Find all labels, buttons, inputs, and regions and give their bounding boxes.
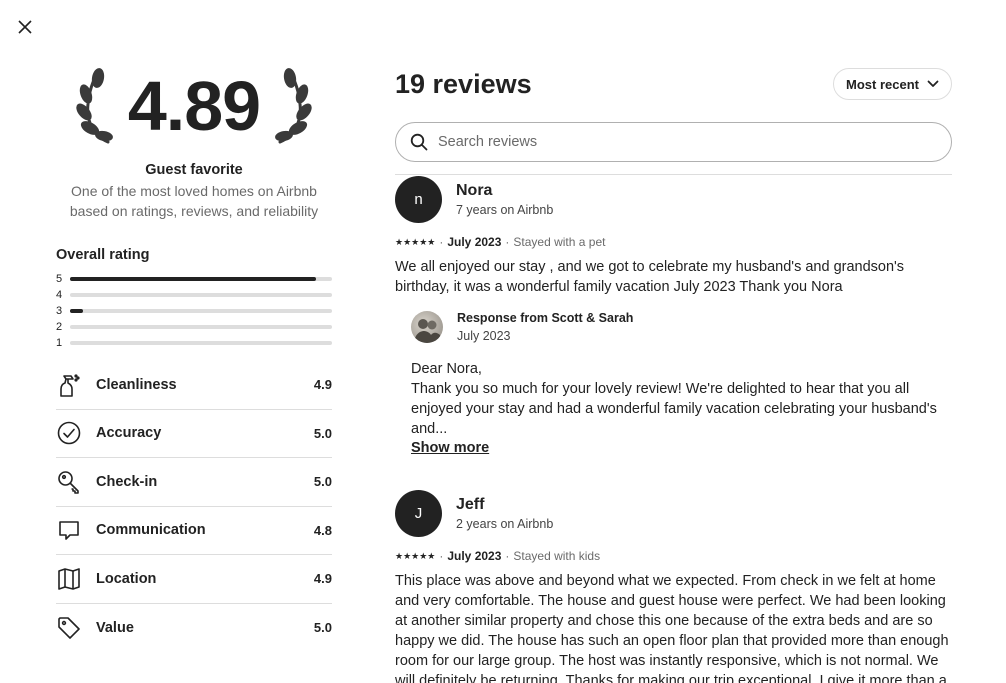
category-score: 5.0: [313, 620, 332, 636]
category-check-in: Check-in 5.0: [56, 458, 332, 507]
avatar[interactable]: J: [395, 489, 442, 537]
review-date: July 2023: [447, 235, 502, 249]
show-more-link[interactable]: Show more: [411, 440, 489, 456]
distribution-star-label: 5: [56, 273, 63, 285]
host-response-body: Dear Nora, Thank you so much for your lo…: [411, 359, 952, 439]
reviewer-header: J Jeff 2 years on Airbnb: [395, 489, 952, 537]
host-response-date: July 2023: [457, 329, 511, 343]
separator-dot: ·: [505, 235, 510, 249]
category-score: 4.8: [313, 522, 332, 538]
category-label: Accuracy: [96, 425, 162, 442]
host-response: Response from Scott & Sarah July 2023 De…: [411, 311, 952, 457]
tag-icon: [56, 615, 82, 641]
category-label: Cleanliness: [96, 376, 177, 393]
distribution-star-label: 4: [56, 289, 63, 301]
distribution-star-label: 2: [56, 321, 63, 333]
rating-hero: 4.89: [56, 60, 332, 152]
rating-summary: 4.89 Guest favorite One of the most love…: [56, 60, 332, 652]
search-reviews-field[interactable]: [395, 122, 952, 162]
guest-favorite-badge: Guest favorite: [145, 162, 243, 178]
reviewer-name: Nora: [456, 181, 493, 199]
map-icon: [56, 566, 82, 592]
spray-bottle-icon: [56, 372, 82, 398]
review-item: n Nora 7 years on Airbnb ★★★★★ · July 20…: [395, 175, 952, 457]
distribution-bar-fill: [70, 309, 84, 313]
distribution-bar: [70, 293, 332, 297]
category-label: Communication: [96, 522, 206, 539]
category-label: Value: [96, 619, 134, 636]
laurel-left-icon: [76, 68, 113, 144]
distribution-bar: [70, 341, 332, 345]
review-meta: ★★★★★ · July 2023 · Stayed with a pet: [395, 235, 952, 249]
distribution-bar: [70, 325, 332, 329]
check-circle-icon: [56, 420, 82, 446]
reviews-count-title: 19 reviews: [395, 68, 532, 99]
category-communication: Communication 4.8: [56, 507, 332, 555]
review-date: July 2023: [447, 549, 502, 563]
key-icon: [56, 469, 82, 495]
review-text: We all enjoyed our stay , and we got to …: [395, 259, 905, 295]
close-button[interactable]: [14, 16, 36, 38]
category-score: 5.0: [313, 425, 332, 441]
sort-label: Most recent: [846, 76, 919, 92]
distribution-row: 1: [56, 335, 332, 351]
reviews-panel: 19 reviews Most recent n Nora 7 years on…: [395, 66, 952, 683]
star-rating: ★★★★★: [395, 550, 436, 561]
host-response-header: Response from Scott & Sarah July 2023: [411, 311, 952, 343]
separator-dot: ·: [439, 549, 444, 563]
host-response-greeting: Dear Nora,: [411, 361, 482, 377]
star-rating: ★★★★★: [395, 236, 436, 247]
distribution-star-label: 3: [56, 305, 63, 317]
category-score: 4.9: [313, 377, 332, 393]
host-avatar[interactable]: [411, 311, 443, 343]
separator-dot: ·: [505, 549, 510, 563]
rating-distribution: 5 4 3 2 1: [56, 271, 332, 351]
stay-type: Stayed with kids: [513, 549, 601, 563]
search-input[interactable]: [438, 134, 937, 150]
distribution-row: 2: [56, 319, 332, 335]
guest-favorite-description: One of the most loved homes on Airbnb ba…: [56, 181, 332, 221]
distribution-bar-fill: [70, 277, 317, 281]
reviewer-tenure: 7 years on Airbnb: [456, 202, 554, 217]
laurel-right-icon: [275, 68, 312, 144]
host-response-title: Response from Scott & Sarah: [457, 311, 634, 325]
close-icon: [18, 20, 32, 34]
guest-favorite-line-1: One of the most loved homes on Airbnb: [71, 183, 317, 199]
category-score: 5.0: [313, 474, 332, 490]
category-label: Check-in: [96, 473, 158, 490]
reviews-header: 19 reviews Most recent: [395, 66, 952, 102]
search-icon: [410, 133, 428, 151]
chevron-down-icon: [927, 80, 939, 87]
distribution-row: 4: [56, 287, 332, 303]
distribution-bar: [70, 309, 332, 313]
avatar[interactable]: n: [395, 175, 442, 223]
category-label: Location: [96, 570, 157, 587]
reviewer-header: n Nora 7 years on Airbnb: [395, 175, 952, 223]
review-text: This place was above and beyond what we …: [395, 573, 949, 683]
separator-dot: ·: [439, 235, 444, 249]
chat-bubble-icon: [56, 517, 82, 543]
category-ratings: Cleanliness 4.9 Accuracy 5.0 Check-in 5.…: [56, 361, 332, 652]
category-cleanliness: Cleanliness 4.9: [56, 361, 332, 410]
overall-rating-value: 4.89: [127, 67, 261, 145]
distribution-bar: [70, 277, 332, 281]
reviewer-tenure: 2 years on Airbnb: [456, 516, 554, 531]
category-accuracy: Accuracy 5.0: [56, 410, 332, 458]
review-item: J Jeff 2 years on Airbnb ★★★★★ · July 20…: [395, 489, 952, 683]
sort-dropdown[interactable]: Most recent: [833, 68, 952, 100]
category-location: Location 4.9: [56, 555, 332, 604]
distribution-row: 3: [56, 303, 332, 319]
guest-favorite-line-2: based on ratings, reviews, and reliabili…: [69, 203, 319, 219]
reviewer-name: Jeff: [456, 495, 485, 513]
category-value: Value 5.0: [56, 604, 332, 653]
distribution-star-label: 1: [56, 337, 63, 349]
host-response-text: Thank you so much for your lovely review…: [411, 381, 937, 437]
stay-type: Stayed with a pet: [513, 235, 606, 249]
category-score: 4.9: [313, 571, 332, 587]
review-meta: ★★★★★ · July 2023 · Stayed with kids: [395, 549, 952, 563]
overall-rating-title: Overall rating: [56, 247, 150, 263]
distribution-row: 5: [56, 271, 332, 287]
